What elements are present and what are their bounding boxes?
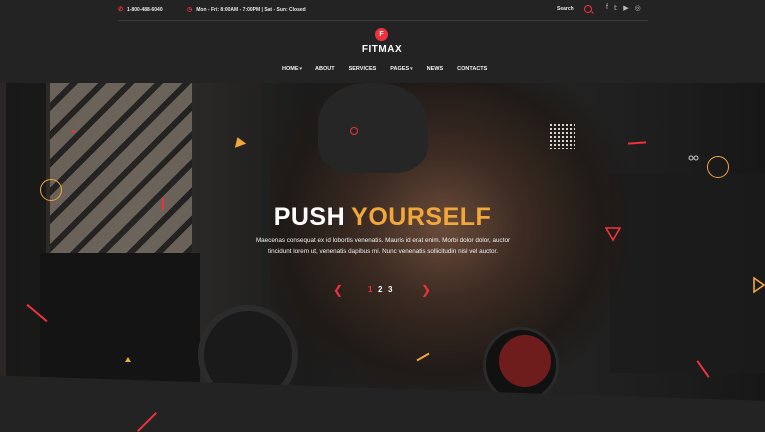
slider-prev-arrow[interactable]: ❮ bbox=[333, 283, 343, 297]
nav-item-services[interactable]: SERVICES bbox=[349, 66, 377, 72]
slider-next-arrow[interactable]: ❯ bbox=[421, 283, 431, 297]
social-links: f 𝕥 ▶ ◎ bbox=[606, 4, 641, 12]
decor-dot-grid bbox=[549, 123, 575, 149]
logo-badge[interactable]: F bbox=[375, 28, 388, 41]
decor-infinity bbox=[688, 155, 699, 161]
slider-navigation: ❮ 1 2 3 ❯ bbox=[333, 283, 433, 297]
hero-bg-wall bbox=[50, 83, 192, 261]
decor-ring-orange bbox=[40, 179, 62, 201]
nav-home-label: HOME bbox=[282, 66, 299, 72]
decor-dot-red bbox=[72, 130, 75, 133]
nav-contacts-label: CONTACTS bbox=[457, 66, 488, 72]
decor-triangle-outline-orange bbox=[753, 276, 765, 294]
nav-about-label: ABOUT bbox=[315, 66, 335, 72]
nav-news-label: NEWS bbox=[426, 66, 444, 72]
nav-item-home[interactable]: HOME▾ bbox=[282, 66, 302, 72]
slider-dot-2[interactable]: 2 bbox=[378, 285, 382, 294]
phone-number: 1-800-488-6040 bbox=[127, 6, 163, 13]
search-icon[interactable] bbox=[583, 5, 592, 13]
nav-item-about[interactable]: ABOUT bbox=[315, 66, 335, 72]
chevron-down-icon: ▾ bbox=[410, 66, 413, 72]
hero-title-part2: YOURSELF bbox=[351, 202, 492, 231]
main-nav: HOME▾ ABOUT SERVICES PAGES▾ NEWS CONTACT… bbox=[282, 66, 487, 72]
slider-dot-1[interactable]: 1 bbox=[368, 285, 372, 294]
decor-line-red bbox=[137, 412, 157, 432]
top-bar: ✆ 1-800-488-6040 ◷ Mon - Fri: 8:00AM - 7… bbox=[0, 0, 765, 20]
hero-dumbbell-plate bbox=[499, 335, 551, 387]
phone-contact[interactable]: ✆ 1-800-488-6040 bbox=[118, 6, 163, 14]
hours-text: Mon - Fri: 8:00AM - 7:00PM | Sat - Sun: … bbox=[196, 6, 306, 13]
chevron-down-icon: ▾ bbox=[299, 66, 303, 72]
instagram-icon[interactable]: ◎ bbox=[635, 4, 641, 12]
nav-services-label: SERVICES bbox=[348, 66, 377, 72]
nav-item-news[interactable]: NEWS bbox=[427, 66, 444, 72]
clock-icon: ◷ bbox=[187, 7, 193, 13]
slider-dot-3[interactable]: 3 bbox=[388, 285, 392, 294]
hero-title-part1: PUSH bbox=[273, 202, 346, 231]
youtube-icon[interactable]: ▶ bbox=[623, 4, 628, 12]
opening-hours: ◷ Mon - Fri: 8:00AM - 7:00PM | Sat - Sun… bbox=[187, 6, 306, 14]
nav-item-contacts[interactable]: CONTACTS bbox=[457, 66, 487, 72]
header-divider bbox=[118, 20, 648, 21]
twitter-icon[interactable]: 𝕥 bbox=[614, 4, 617, 12]
hero-description: Maecenas consequat ex id lobortis venena… bbox=[255, 237, 511, 256]
phone-icon: ✆ bbox=[118, 7, 124, 13]
decor-ring-red bbox=[350, 127, 358, 135]
hero-bg-bench bbox=[40, 253, 200, 393]
facebook-icon[interactable]: f bbox=[606, 4, 608, 12]
hero-title: PUSH YOURSELF bbox=[0, 203, 765, 232]
decor-triangle-small bbox=[125, 357, 131, 362]
nav-item-pages[interactable]: PAGES▾ bbox=[390, 66, 412, 72]
decor-ring-orange bbox=[707, 156, 729, 178]
hero-athlete-hood bbox=[318, 83, 428, 173]
nav-pages-label: PAGES bbox=[390, 66, 410, 72]
search-toggle[interactable]: Search bbox=[557, 5, 592, 13]
logo-text[interactable]: FITMAX bbox=[358, 44, 406, 55]
search-label: Search bbox=[557, 6, 574, 12]
